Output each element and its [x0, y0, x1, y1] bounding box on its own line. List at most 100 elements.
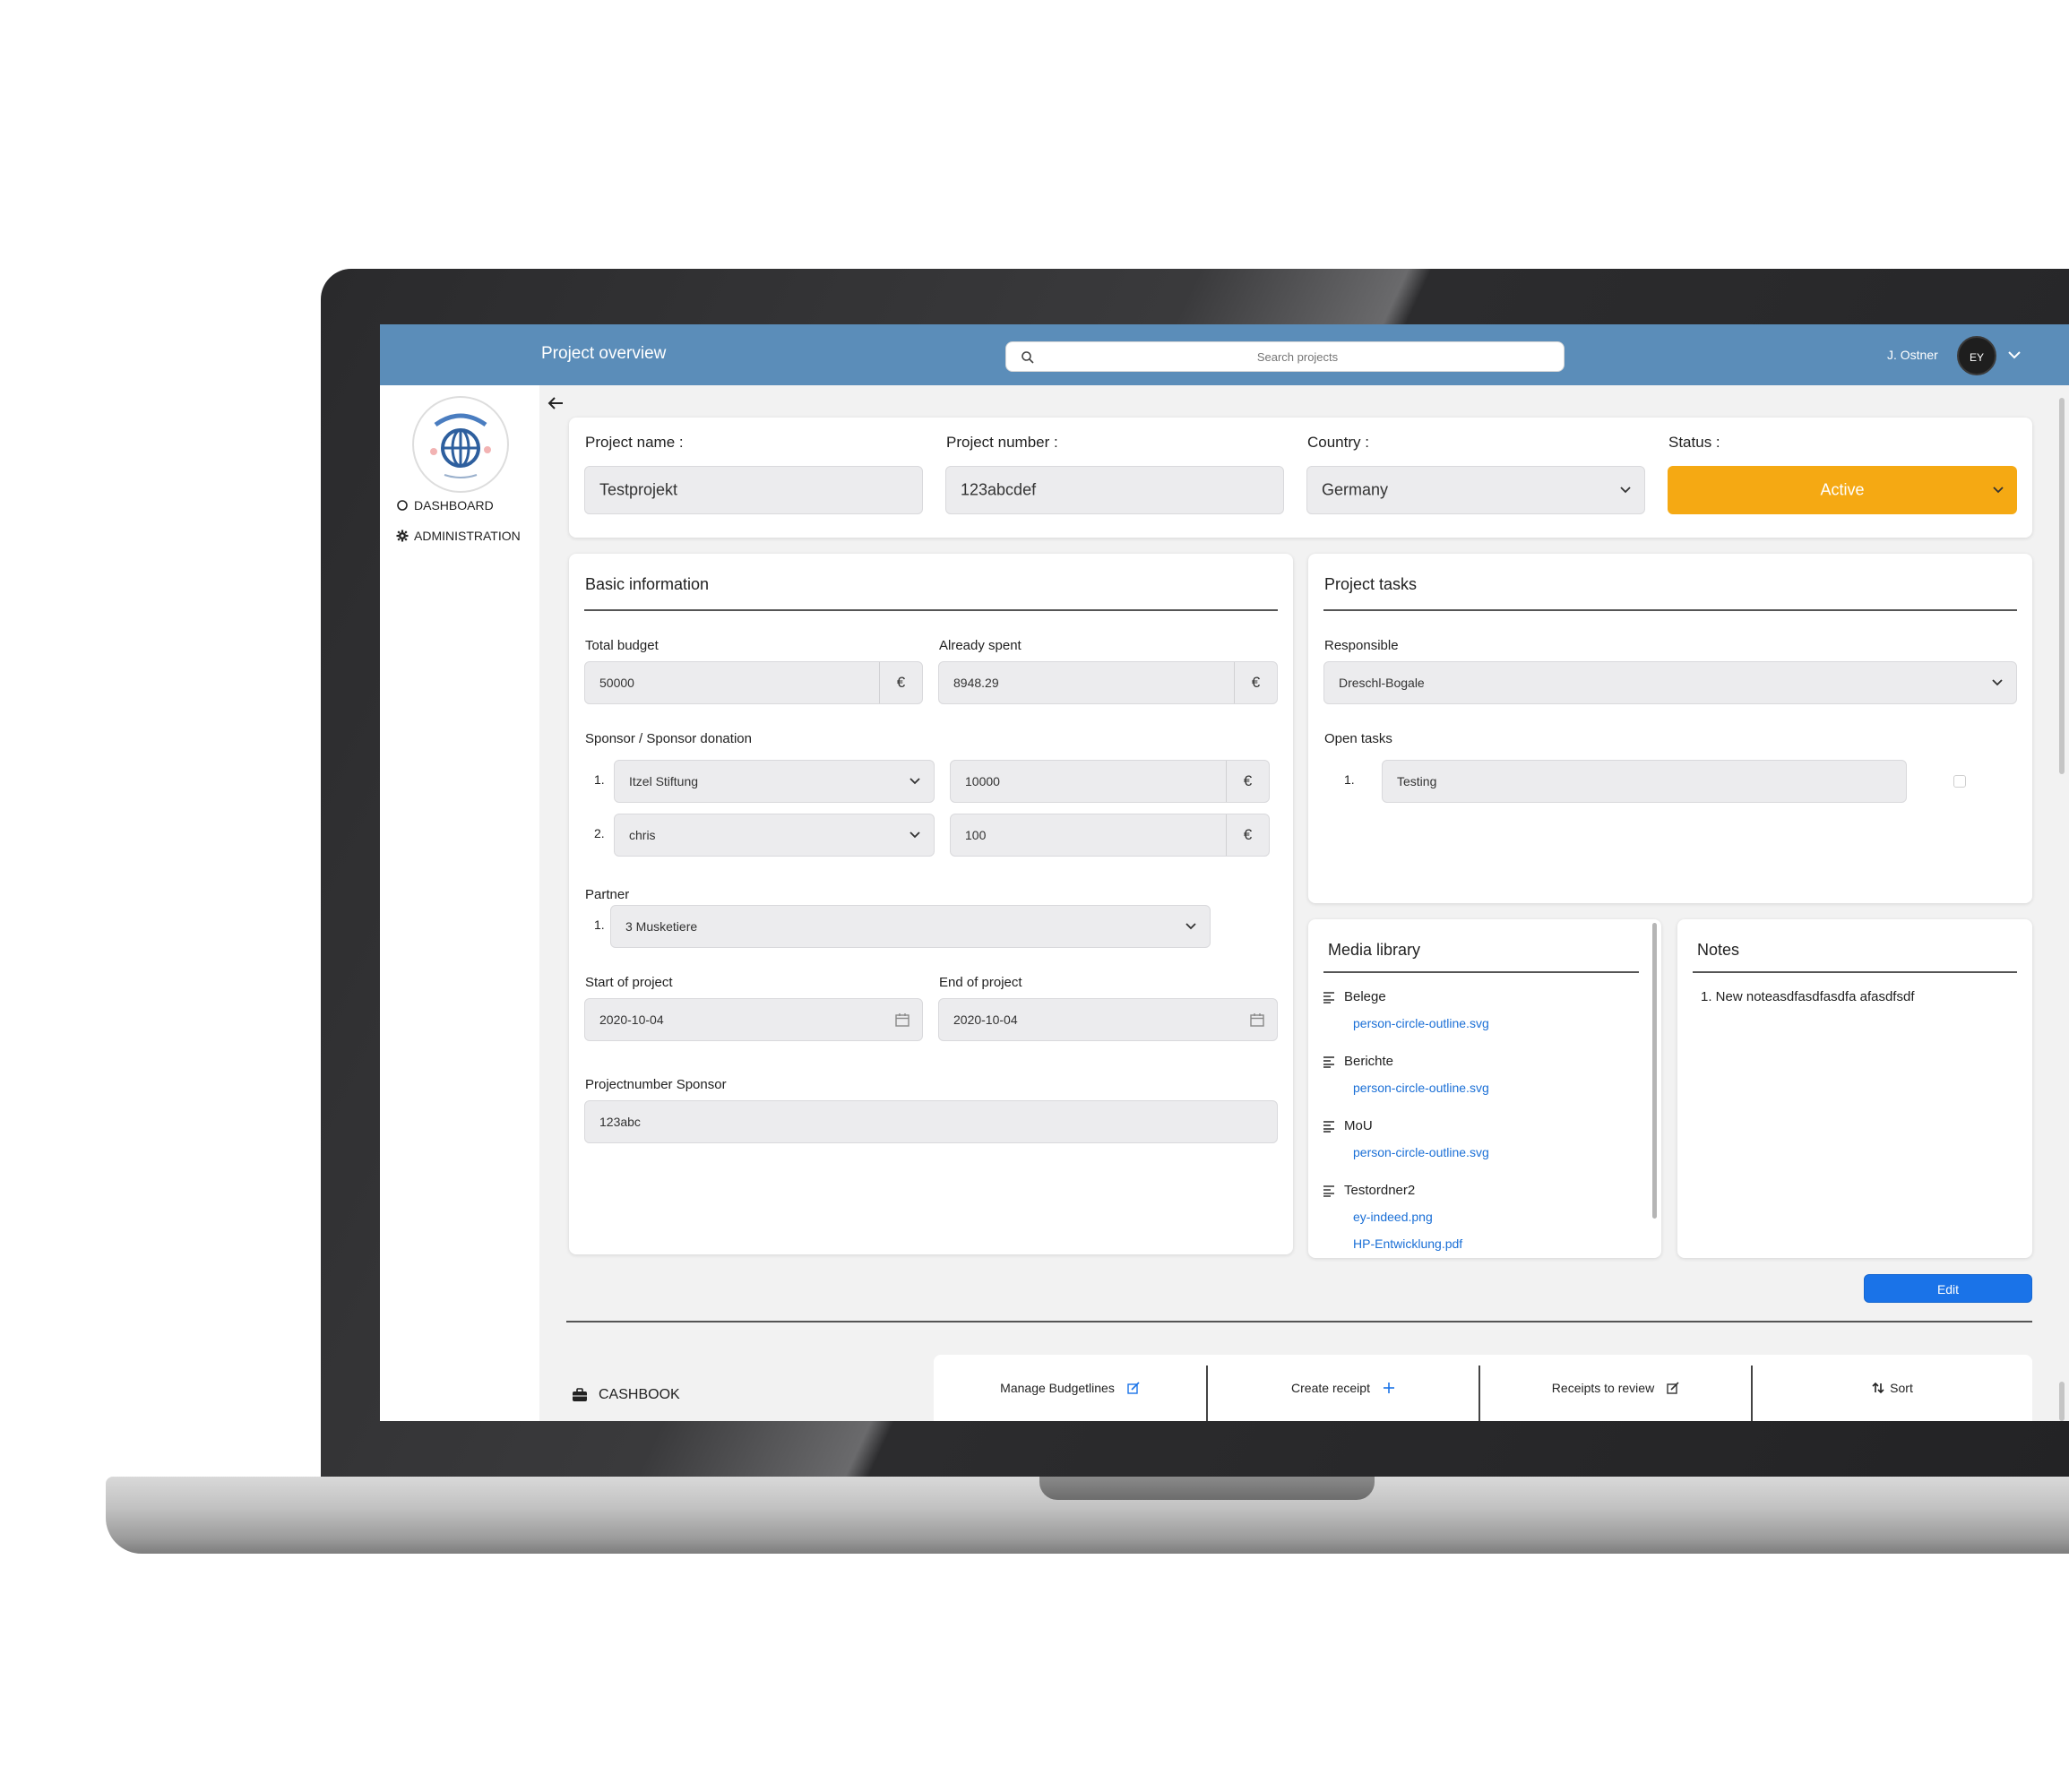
total-budget-label: Total budget	[585, 638, 659, 653]
end-date-field[interactable]: 2020-10-04	[938, 998, 1278, 1041]
file-link[interactable]: person-circle-outline.svg	[1353, 1081, 1489, 1095]
cashbook-heading: CASHBOOK	[572, 1387, 680, 1403]
cashbook-toolbar: Manage Budgetlines Create receipt Receip…	[934, 1355, 2032, 1421]
responsible-select[interactable]: Dreschl-Bogale	[1323, 661, 2017, 704]
folder-item[interactable]: Belege	[1323, 989, 1386, 1004]
list-icon	[1323, 1120, 1334, 1133]
sidebar: DASHBOARD ADMINISTRATION	[380, 385, 539, 1421]
search-box[interactable]	[1005, 341, 1565, 372]
sidebar-item-administration[interactable]: ADMINISTRATION	[396, 529, 521, 543]
project-number-label: Project number :	[946, 434, 1058, 451]
laptop-notch	[1039, 1477, 1375, 1500]
sort-button[interactable]: Sort	[1753, 1355, 2032, 1421]
start-of-project-label: Start of project	[585, 975, 673, 990]
notes-card: Notes 1. New noteasdfasdfasdfa afasdfsdf	[1677, 919, 2032, 1258]
project-name-label: Project name :	[585, 434, 684, 451]
receipts-to-review-button[interactable]: Receipts to review	[1480, 1355, 1751, 1421]
sponsor-select[interactable]: chris	[614, 814, 935, 857]
sponsor-index: 1.	[594, 772, 605, 787]
project-name-field[interactable]: Testprojekt	[584, 466, 923, 514]
chevron-down-icon	[1993, 487, 2004, 494]
country-select[interactable]: Germany	[1306, 466, 1645, 514]
circle-icon	[397, 500, 408, 511]
top-bar: Project overview J. Ostner EY	[380, 324, 2069, 385]
manage-budgetlines-button[interactable]: Manage Budgetlines	[934, 1355, 1206, 1421]
projectnumber-sponsor-field[interactable]: 123abc	[584, 1100, 1278, 1143]
sidebar-item-dashboard[interactable]: DASHBOARD	[396, 498, 494, 513]
responsible-label: Responsible	[1324, 638, 1399, 653]
edit-button[interactable]: Edit	[1864, 1274, 2032, 1303]
partner-index: 1.	[594, 918, 605, 932]
user-name[interactable]: J. Ostner	[1887, 348, 1938, 362]
sidebar-item-label: DASHBOARD	[414, 498, 494, 513]
list-icon	[1323, 1185, 1334, 1197]
sponsor-select[interactable]: Itzel Stiftung	[614, 760, 935, 803]
list-icon	[1323, 1055, 1334, 1068]
open-tasks-label: Open tasks	[1324, 731, 1392, 746]
section-title: Project tasks	[1324, 575, 1418, 593]
page-scrollbar[interactable]	[2059, 398, 2065, 774]
sponsor-donation-field[interactable]: 100 €	[950, 814, 1270, 857]
section-divider	[1323, 971, 1639, 973]
file-link[interactable]: ey-indeed.png	[1353, 1210, 1433, 1224]
basic-information-card: Basic information Total budget 50000 € A…	[569, 554, 1293, 1254]
sponsor-index: 2.	[594, 826, 605, 840]
already-spent-label: Already spent	[939, 638, 1022, 653]
file-link[interactable]: person-circle-outline.svg	[1353, 1016, 1489, 1030]
sort-arrows-icon	[1872, 1382, 1884, 1394]
back-arrow-icon[interactable]	[547, 396, 565, 410]
section-divider	[566, 1321, 2032, 1322]
chevron-down-icon	[909, 831, 920, 839]
country-label: Country :	[1307, 434, 1369, 451]
avatar[interactable]: EY	[1957, 336, 1996, 375]
section-divider	[1323, 609, 2017, 611]
media-library-card: Media library Belege person-circle-outli…	[1308, 919, 1661, 1258]
task-field[interactable]: Testing	[1382, 760, 1907, 803]
search-input[interactable]	[1042, 342, 1553, 371]
task-checkbox[interactable]	[1953, 775, 1966, 788]
projectnumber-sponsor-label: Projectnumber Sponsor	[585, 1077, 727, 1092]
scrollbar[interactable]	[1652, 923, 1657, 1219]
end-of-project-label: End of project	[939, 975, 1022, 990]
chevron-down-icon	[909, 778, 920, 785]
status-label: Status :	[1668, 434, 1720, 451]
chevron-down-icon	[1992, 679, 2003, 686]
search-icon	[1022, 351, 1034, 364]
section-title: Media library	[1328, 941, 1421, 959]
chevron-down-icon[interactable]	[2007, 349, 2022, 360]
partner-label: Partner	[585, 887, 630, 902]
euro-symbol: €	[1226, 814, 1269, 856]
start-date-field[interactable]: 2020-10-04	[584, 998, 923, 1041]
gear-icon	[396, 530, 409, 542]
chevron-down-icon	[1620, 487, 1631, 494]
total-budget-field[interactable]: 50000 €	[584, 661, 923, 704]
folder-item[interactable]: Testordner2	[1323, 1183, 1415, 1198]
edit-icon	[1127, 1382, 1140, 1394]
edit-icon	[1667, 1382, 1679, 1394]
calendar-icon[interactable]	[895, 1012, 909, 1027]
section-title: Notes	[1697, 941, 1740, 959]
sponsor-donation-field[interactable]: 10000 €	[950, 760, 1270, 803]
folder-item[interactable]: Berichte	[1323, 1054, 1393, 1069]
project-header-card: Project name : Testprojekt Project numbe…	[569, 418, 2032, 538]
calendar-icon[interactable]	[1250, 1012, 1264, 1027]
globe-logo-icon	[416, 400, 505, 489]
create-receipt-button[interactable]: Create receipt	[1208, 1355, 1478, 1421]
already-spent-field[interactable]: 8948.29 €	[938, 661, 1278, 704]
euro-symbol: €	[1226, 761, 1269, 802]
project-tasks-card: Project tasks Responsible Dreschl-Bogale…	[1308, 554, 2032, 903]
partner-select[interactable]: 3 Musketiere	[610, 905, 1211, 948]
status-select[interactable]: Active	[1668, 466, 2017, 514]
sponsor-label: Sponsor / Sponsor donation	[585, 731, 752, 746]
file-link[interactable]: person-circle-outline.svg	[1353, 1145, 1489, 1159]
page-title: Project overview	[541, 344, 667, 363]
euro-symbol: €	[1234, 662, 1277, 703]
euro-symbol: €	[879, 662, 922, 703]
sidebar-item-label: ADMINISTRATION	[414, 529, 521, 543]
file-link[interactable]: HP-Entwicklung.pdf	[1353, 1236, 1462, 1251]
folder-item[interactable]: MoU	[1323, 1118, 1373, 1133]
section-divider	[584, 609, 1278, 611]
project-number-field[interactable]: 123abcdef	[945, 466, 1284, 514]
page-scrollbar[interactable]	[2059, 1382, 2065, 1421]
task-index: 1.	[1344, 772, 1355, 787]
